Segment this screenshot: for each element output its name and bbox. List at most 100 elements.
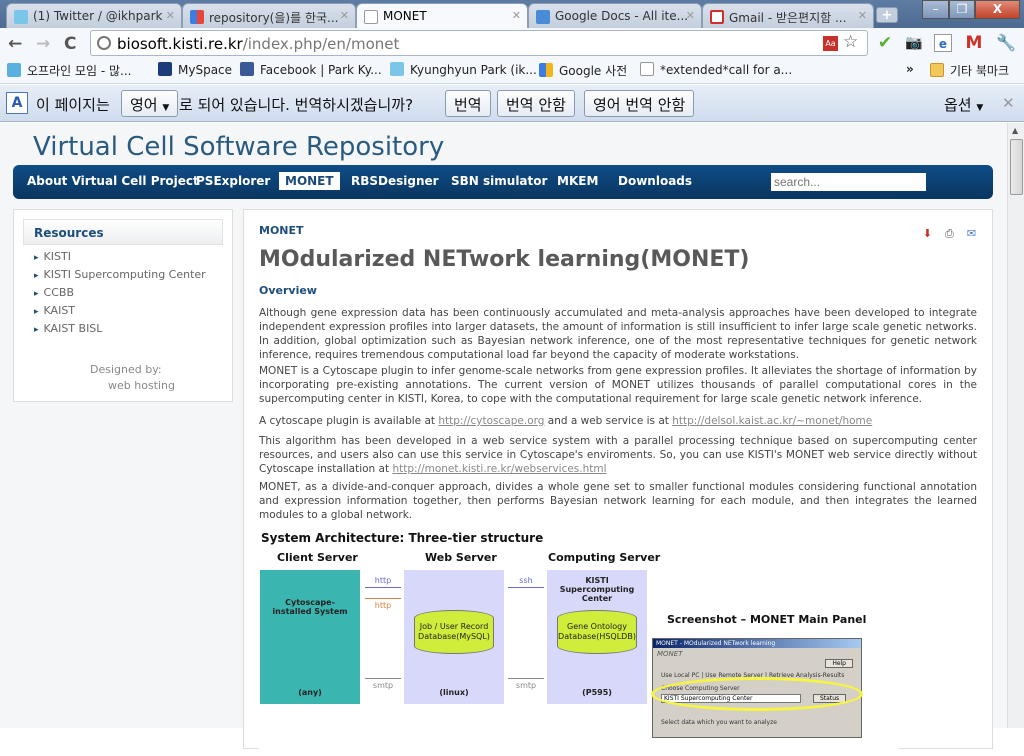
close-tab-icon[interactable]: ✕ (340, 9, 349, 22)
web-hosting-link[interactable]: web hosting (108, 379, 175, 392)
compute-box: KISTI Supercomputing Center Gene Ontolog… (547, 570, 647, 704)
client-heading: Client Server (277, 551, 358, 564)
close-tab-icon[interactable]: ✕ (858, 9, 867, 22)
bookmarks-overflow-button[interactable]: » (906, 62, 914, 76)
monet-panel-screenshot: MONET - MOdularized NETwork learning MON… (651, 638, 863, 738)
paragraph: This algorithm has been developed in a w… (259, 435, 977, 475)
check-icon[interactable]: ✔ (876, 34, 894, 52)
star-icon[interactable]: ☆ (843, 32, 858, 52)
bookmark-item[interactable]: 오프라인 모임 - 많... (7, 62, 132, 79)
tab-label: Gmail - 받은편지함 ... (729, 11, 847, 25)
nav-monet[interactable]: MONET (279, 172, 340, 190)
sidebar-item-kaist-bisl[interactable]: KAIST BISL (34, 322, 103, 335)
bookmark-item[interactable]: MySpace (158, 62, 232, 77)
main-nav: About Virtual Cell Project PSExplorer MO… (13, 165, 993, 199)
paragraph: A cytoscape plugin is available at http:… (259, 415, 873, 427)
bookmark-item[interactable]: Google 사전 (539, 62, 627, 79)
scroll-up-icon[interactable]: ▲ (1012, 126, 1018, 135)
options-menu[interactable]: 옵션 ▼ (944, 94, 983, 115)
tab-label: Google Docs - All ite... (555, 9, 689, 23)
nav-downloads[interactable]: Downloads (618, 174, 692, 188)
bookmark-item[interactable]: *extended*call for a... (640, 62, 792, 77)
tab-gmail[interactable]: Gmail - 받은편지함 ... ✕ (702, 3, 874, 28)
client-box: Cytoscape-installed System (any) (260, 570, 360, 704)
tab-label: MONET (383, 9, 427, 23)
tab-twitter[interactable]: (1) Twitter / @ikhpark ✕ (6, 3, 182, 28)
highlight-ellipse (651, 677, 863, 711)
cytoscape-link[interactable]: http://cytoscape.org (438, 415, 544, 427)
webservices-link[interactable]: http://monet.kisti.re.kr/webservices.htm… (392, 463, 606, 475)
tab-google-translate[interactable]: repository(을)를 한국... ✕ (182, 3, 356, 28)
back-button[interactable]: ← (8, 34, 22, 54)
wrench-icon[interactable]: 🔧 (996, 34, 1016, 52)
ie-icon[interactable]: e (934, 34, 952, 52)
translate-bar: A 이 페이지는 영어 ▼ 로 되어 있습니다. 번역하시겠습니까? 번역 번역… (0, 85, 1024, 122)
close-tab-icon[interactable]: ✕ (686, 9, 695, 22)
tab-monet[interactable]: MONET ✕ (356, 3, 528, 29)
sidebar-heading: Resources (23, 219, 223, 245)
web-os: (linux) (439, 688, 469, 697)
chevron-down-icon: ▼ (162, 103, 170, 113)
article-actions: ⬇ ⎙ ✉ (917, 222, 978, 241)
close-window-button[interactable]: X (975, 0, 1020, 19)
dictionary-icon[interactable]: Aa (823, 36, 838, 51)
bookmark-item[interactable]: Kyunghyun Park (ik... (390, 62, 537, 77)
page-scrollbar[interactable]: ▲ (1007, 123, 1024, 728)
paragraph: Although gene expression data has been c… (259, 307, 977, 361)
ssh-arrow: ssh (506, 576, 546, 590)
close-translate-bar[interactable]: ✕ (1002, 94, 1015, 112)
bookmark-item[interactable]: Facebook | Park Ky... (240, 62, 382, 77)
folder-icon (930, 63, 944, 77)
google-docs-icon (536, 10, 550, 24)
compute-label: KISTI Supercomputing Center (559, 576, 635, 603)
nav-sbn-simulator[interactable]: SBN simulator (451, 174, 547, 188)
section-heading: Overview (259, 284, 317, 297)
globe-icon (97, 36, 111, 50)
close-tab-icon[interactable]: ✕ (166, 9, 175, 22)
scrollbar-thumb[interactable] (1010, 139, 1023, 195)
bookmarks-bar: 오프라인 모임 - 많... MySpace Facebook | Park K… (0, 58, 1024, 84)
camera-icon[interactable]: 📷 (905, 34, 923, 52)
nav-mkem[interactable]: MKEM (557, 174, 598, 188)
screenshot-help: Help (825, 659, 853, 668)
breadcrumb[interactable]: MONET (259, 224, 304, 237)
sidebar-item-ccbb[interactable]: CCBB (34, 286, 74, 299)
google-icon (539, 63, 553, 77)
nav-rbsdesigner[interactable]: RBSDesigner (351, 174, 439, 188)
delsol-link[interactable]: http://delsol.kaist.ac.kr/~monet/home (672, 415, 872, 427)
sidebar-item-kaist[interactable]: KAIST (34, 304, 76, 317)
gmail-icon[interactable]: M (965, 34, 983, 52)
web-page: Virtual Cell Software Repository About V… (0, 123, 1007, 756)
reload-button[interactable]: C (64, 34, 76, 54)
pdf-icon[interactable]: ⬇ (921, 227, 934, 240)
maximize-button[interactable]: ❐ (949, 0, 975, 19)
nav-psexplorer[interactable]: PSExplorer (196, 174, 270, 188)
screenshot-group: MONET (657, 650, 683, 658)
site-title[interactable]: Virtual Cell Software Repository (33, 132, 444, 162)
print-icon[interactable]: ⎙ (943, 227, 956, 240)
smtp-arrow: smtp (363, 676, 403, 690)
web-database: Job / User Record Database(MySQL) (414, 610, 494, 654)
screenshot-title: Screenshot – MONET Main Panel (667, 613, 867, 626)
close-tab-icon[interactable]: ✕ (512, 9, 521, 22)
gmail-icon (710, 10, 724, 24)
never-translate-button[interactable]: 영어 번역 안함 (584, 90, 695, 117)
language-select[interactable]: 영어 ▼ (121, 90, 179, 117)
google-icon (190, 10, 204, 24)
compute-database: Gene Ontology Database(HSQLDB) (557, 610, 637, 654)
other-bookmarks[interactable]: 기타 북마크 (930, 62, 1009, 79)
minimize-button[interactable]: – (922, 0, 949, 19)
sidebar-item-kisti-supercomputing[interactable]: KISTI Supercomputing Center (34, 268, 206, 281)
translate-button[interactable]: 번역 (445, 90, 491, 117)
nav-about[interactable]: About Virtual Cell Project (27, 174, 199, 188)
new-tab-button[interactable]: + (876, 7, 898, 23)
forward-button[interactable]: → (36, 34, 50, 54)
no-translate-button[interactable]: 번역 안함 (497, 90, 575, 117)
email-icon[interactable]: ✉ (965, 227, 978, 240)
search-input[interactable] (771, 173, 926, 191)
chevron-down-icon: ▼ (976, 103, 984, 113)
translate-icon: A (6, 92, 28, 114)
address-bar[interactable]: biosoft.kisti.re.kr/index.php/en/monet A… (90, 30, 868, 56)
sidebar-item-kisti[interactable]: KISTI (34, 250, 71, 263)
tab-google-docs[interactable]: Google Docs - All ite... ✕ (528, 3, 702, 28)
